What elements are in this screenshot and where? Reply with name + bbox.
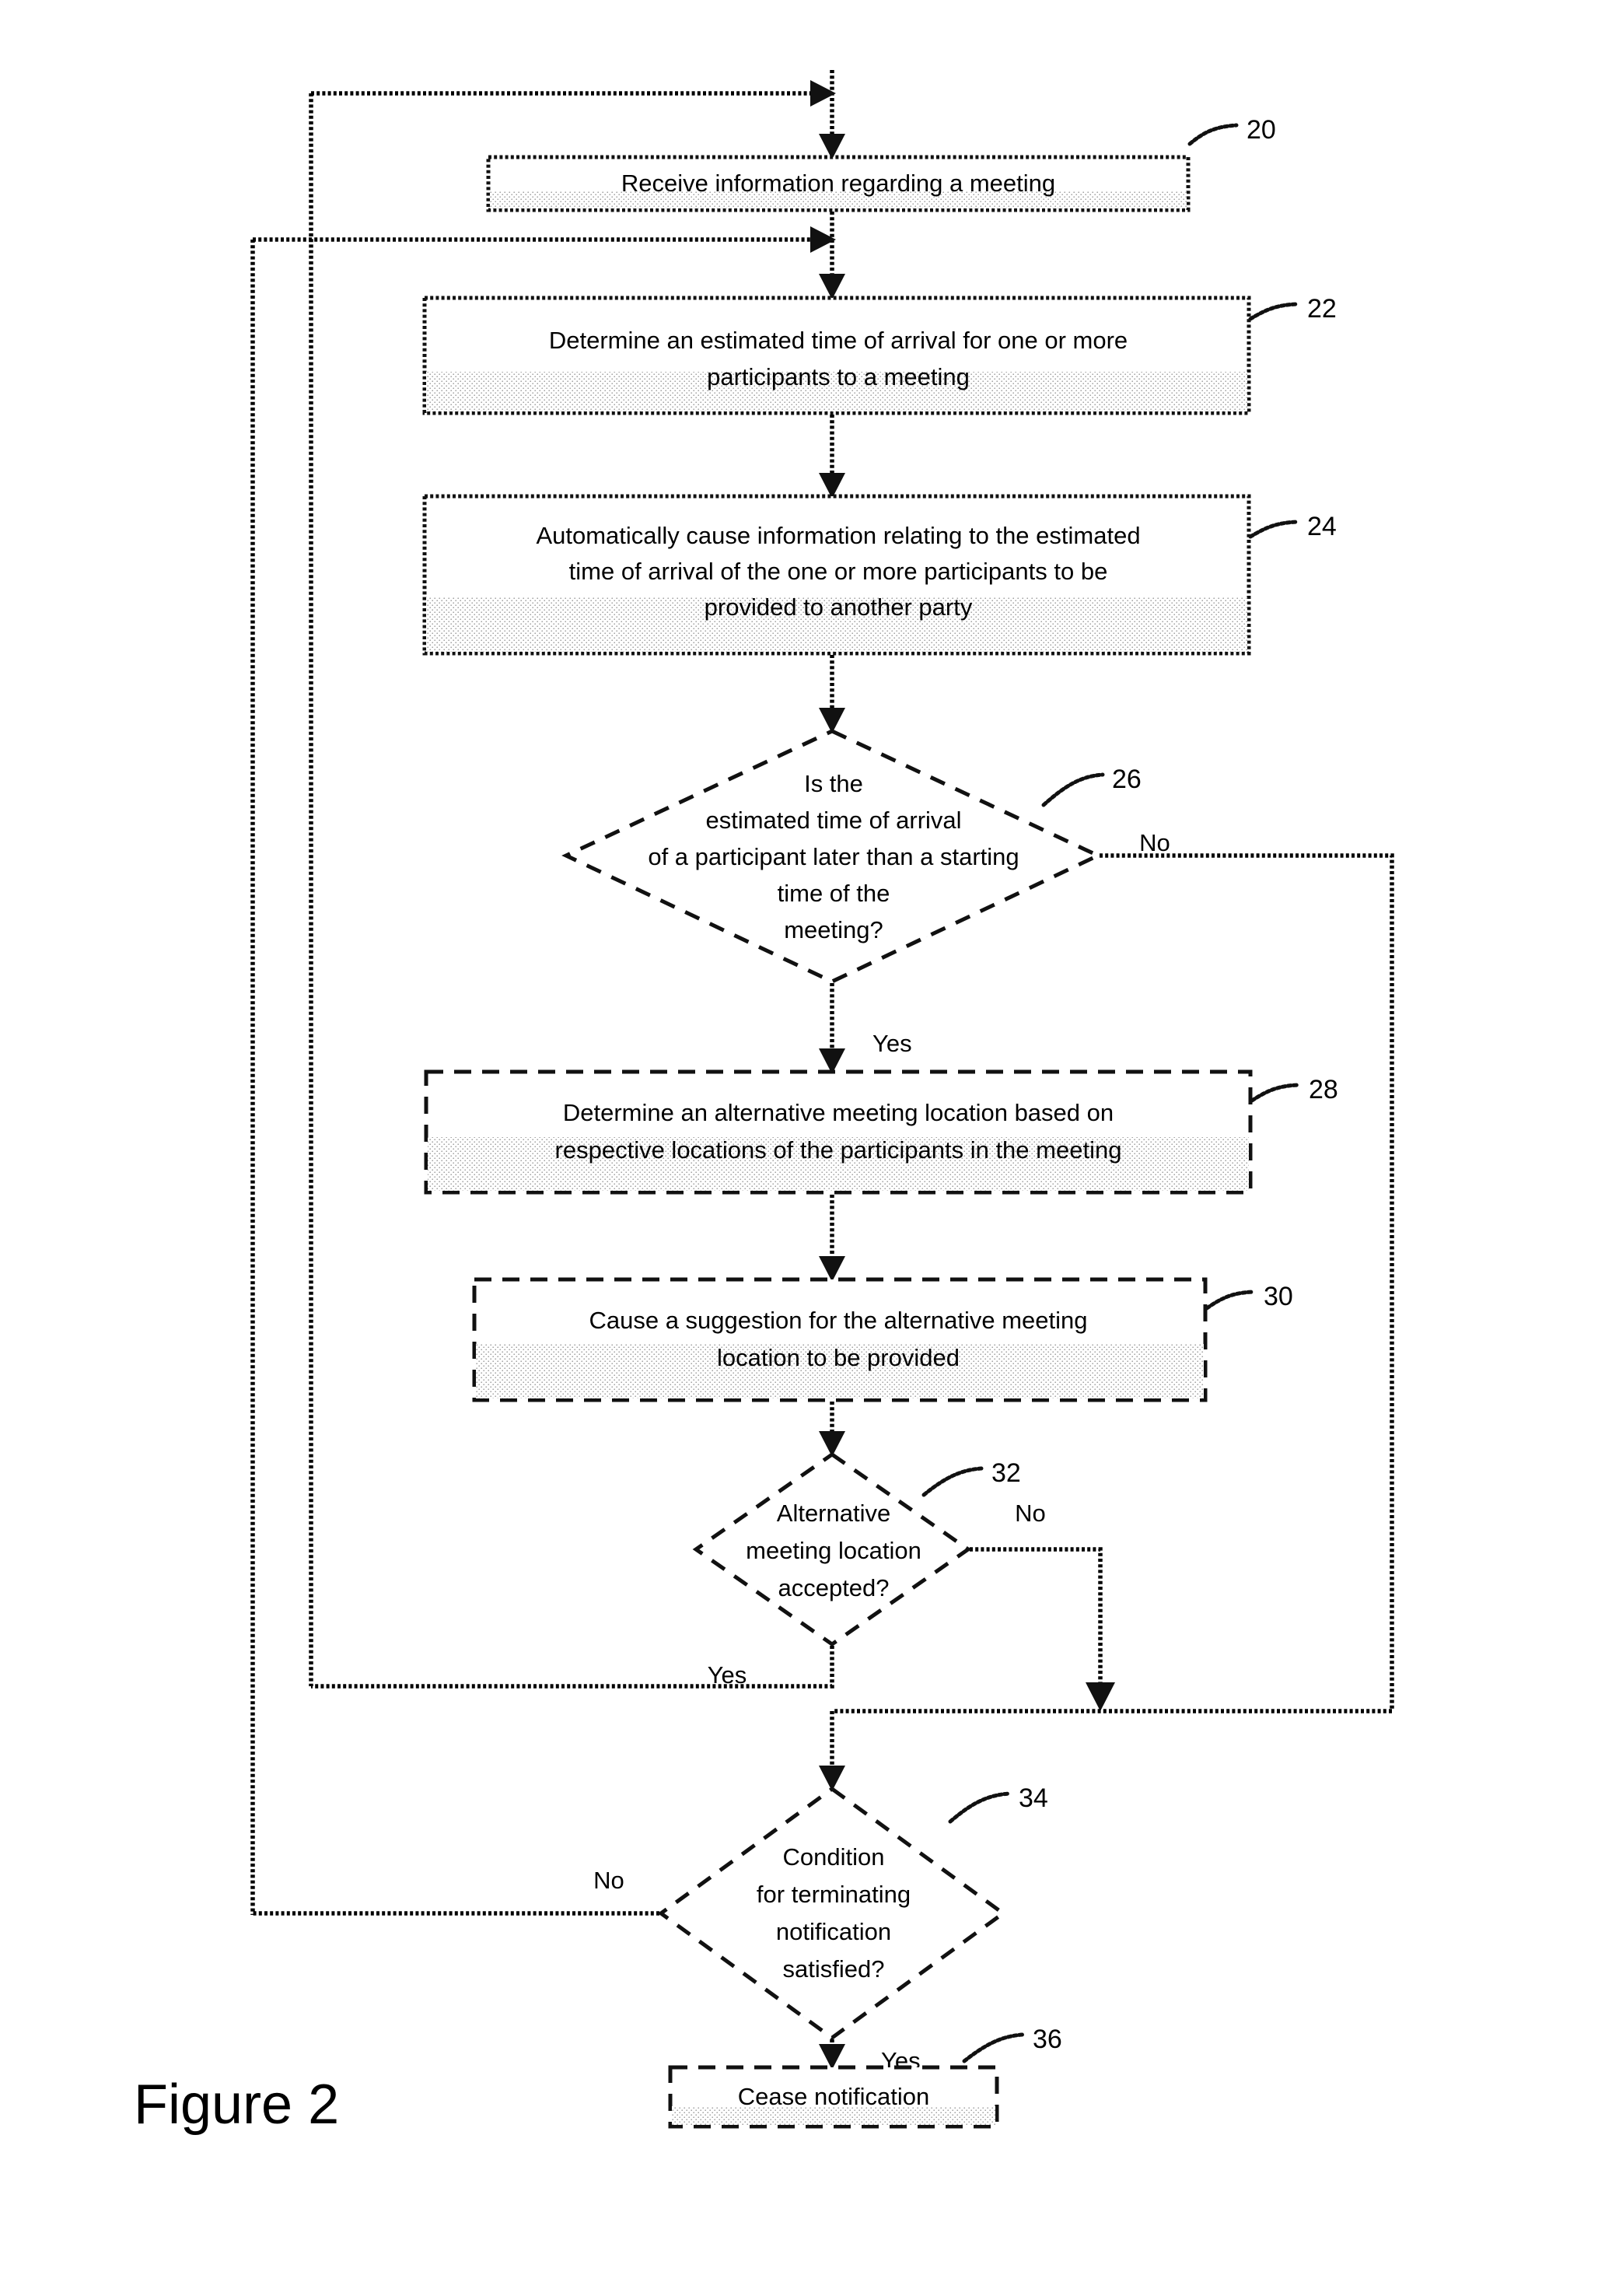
patent-figure: Receive information regarding a meeting … <box>0 0 1598 2296</box>
edge-32-yes <box>311 1646 834 1689</box>
leader-24 <box>1248 520 1299 539</box>
node-26-line-0: Is the <box>804 770 863 797</box>
edge-32-no <box>970 1547 1103 1705</box>
leader-26 <box>1041 772 1105 807</box>
node-36: Cease notification 36 <box>668 2025 1062 2129</box>
leader-34 <box>948 1791 1012 1824</box>
node-24-line-2: provided to another party <box>705 593 973 621</box>
leader-20 <box>1187 123 1239 146</box>
node-28-line-0: Determine an alternative meeting locatio… <box>563 1099 1114 1126</box>
node-32-line-1: meeting location <box>746 1537 921 1564</box>
node-36-line-0: Cease notification <box>738 2083 929 2110</box>
node-30: Cause a suggestion for the alternative m… <box>472 1277 1293 1402</box>
node-30-line-0: Cause a suggestion for the alternative m… <box>589 1307 1087 1334</box>
branch-label-26-no: No <box>1139 829 1170 856</box>
ref-number-36: 36 <box>1033 2025 1062 2054</box>
node-26-line-4: meeting? <box>784 916 883 943</box>
node-26-line-2: of a participant later than a starting <box>648 843 1019 870</box>
node-34: Condition for terminating notification s… <box>593 1783 1048 2074</box>
ref-number-32: 32 <box>991 1458 1021 1488</box>
node-34-line-0: Condition <box>783 1843 885 1871</box>
leader-36 <box>962 2032 1025 2063</box>
node-22-line-1: participants to a meeting <box>707 363 970 390</box>
node-32-line-0: Alternative <box>777 1500 890 1527</box>
ref-number-30: 30 <box>1264 1282 1293 1311</box>
node-20: Receive information regarding a meeting … <box>486 115 1276 212</box>
node-26: Is the estimated time of arrival of a pa… <box>561 729 1170 1057</box>
branch-label-32-no: No <box>1015 1500 1046 1527</box>
branch-label-26-yes: Yes <box>872 1030 912 1057</box>
flowchart-canvas: Receive information regarding a meeting … <box>134 70 1394 2136</box>
node-28-line-1: respective locations of the participants… <box>555 1136 1122 1164</box>
node-24-line-0: Automatically cause information relating… <box>536 522 1140 549</box>
leader-32 <box>921 1466 984 1497</box>
leader-28 <box>1250 1083 1301 1103</box>
node-20-line-0: Receive information regarding a meeting <box>621 170 1055 197</box>
figure-caption: Figure 2 <box>134 2074 339 2136</box>
branch-label-34-no: No <box>593 1867 624 1894</box>
leader-22 <box>1248 302 1299 321</box>
node-24-line-1: time of arrival of the one or more parti… <box>569 558 1108 585</box>
ref-number-24: 24 <box>1307 512 1337 541</box>
branch-label-32-yes: Yes <box>708 1661 747 1689</box>
node-32: Alternative meeting location accepted? 3… <box>692 1451 1046 1689</box>
node-28: Determine an alternative meeting locatio… <box>424 1069 1338 1195</box>
node-34-line-2: notification <box>776 1918 891 1945</box>
node-26-line-1: estimated time of arrival <box>705 807 961 834</box>
node-30-line-1: location to be provided <box>717 1344 960 1371</box>
node-34-line-3: satisfied? <box>783 1955 885 1983</box>
arrowhead-32-no <box>1086 1682 1115 1711</box>
leader-30 <box>1205 1290 1256 1311</box>
ref-number-22: 22 <box>1307 294 1337 324</box>
node-32-line-2: accepted? <box>778 1574 889 1601</box>
arrowhead-20-22 <box>819 274 845 299</box>
ref-number-28: 28 <box>1309 1075 1338 1104</box>
node-22: Determine an estimated time of arrival f… <box>422 294 1337 415</box>
ref-number-34: 34 <box>1019 1783 1048 1813</box>
node-22-line-0: Determine an estimated time of arrival f… <box>549 327 1128 354</box>
node-24: Automatically cause information relating… <box>422 494 1337 656</box>
node-34-diamond <box>657 1786 1007 2041</box>
node-34-line-1: for terminating <box>757 1881 911 1908</box>
ref-number-20: 20 <box>1247 115 1276 145</box>
node-26-line-3: time of the <box>778 880 890 907</box>
ref-number-26: 26 <box>1112 765 1142 794</box>
